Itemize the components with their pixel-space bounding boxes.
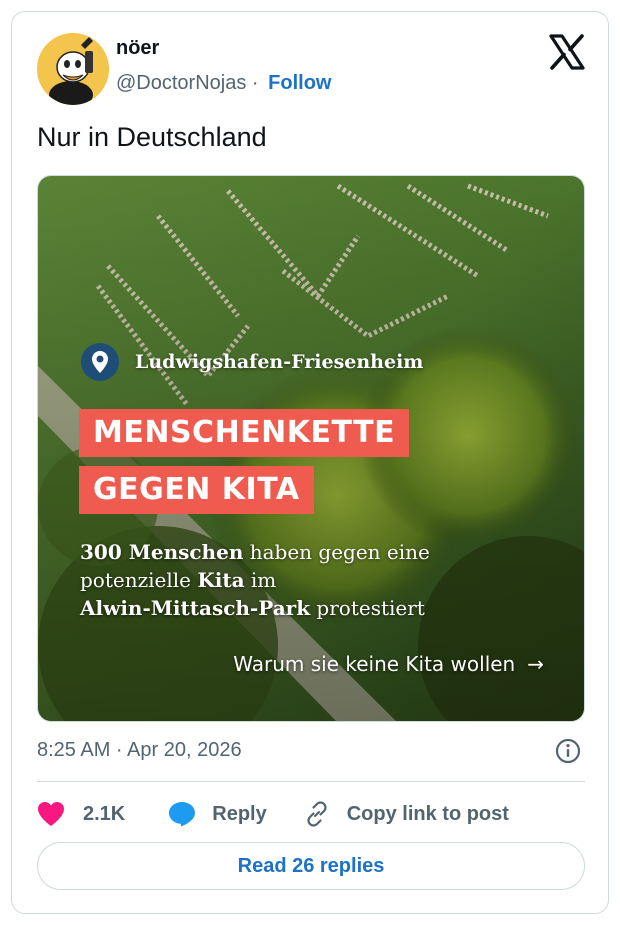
cta-label: Warum sie keine Kita wollen <box>233 652 516 676</box>
media-location: Ludwigshafen-Friesenheim <box>81 343 423 381</box>
media-headline-line1: MENSCHENKETTE <box>79 409 410 457</box>
author-name[interactable]: nöer <box>116 37 159 60</box>
summary-line1: 300 Menschen haben gegen eine <box>80 538 540 566</box>
summary-text: potenzielle <box>80 568 198 592</box>
avatar-image <box>37 33 109 105</box>
tweet-text: Nur in Deutschland <box>37 122 267 152</box>
copy-link-button[interactable]: Copy link to post <box>303 800 509 828</box>
summary-bold: 300 Menschen <box>80 540 244 564</box>
like-count: 2.1K <box>83 802 126 825</box>
speech-bubble-icon <box>169 802 196 827</box>
location-label: Ludwigshafen-Friesenheim <box>135 351 424 373</box>
summary-text: protestiert <box>310 596 425 620</box>
tweet-card: nöer @DoctorNojas · Follow Nur in Deutsc… <box>11 11 609 914</box>
divider <box>37 781 585 782</box>
read-replies-button[interactable]: Read 26 replies <box>37 842 585 890</box>
media-headline-line2: GEGEN KITA <box>79 466 314 514</box>
media-cta[interactable]: Warum sie keine Kita wollen → <box>233 652 544 676</box>
summary-bold: Kita <box>197 568 245 592</box>
heart-icon <box>38 802 64 826</box>
follow-button[interactable]: Follow <box>268 72 331 94</box>
media-summary: 300 Menschen haben gegen eine potenziell… <box>80 538 540 622</box>
handle-separator: · <box>251 72 259 94</box>
info-icon[interactable] <box>555 738 581 764</box>
author-handle[interactable]: @DoctorNojas <box>116 72 246 94</box>
avatar[interactable] <box>37 33 109 105</box>
author-handle-line: @DoctorNojas · Follow <box>116 72 331 95</box>
tweet-media[interactable]: Ludwigshafen-Friesenheim MENSCHENKETTE G… <box>37 175 585 722</box>
location-pin-icon <box>81 343 119 381</box>
reply-button[interactable]: Reply <box>168 801 267 827</box>
reply-label: Reply <box>212 802 267 825</box>
link-icon <box>307 801 327 827</box>
summary-line2: potenzielle Kita im <box>80 566 540 594</box>
arrow-right-icon: → <box>527 652 544 676</box>
x-logo-icon[interactable] <box>547 32 587 72</box>
summary-bold: Alwin-Mittasch-Park <box>80 596 311 620</box>
tweet-actions: 2.1K Reply Copy link to post <box>37 796 509 832</box>
summary-text: haben gegen eine <box>243 540 430 564</box>
tweet-timestamp[interactable]: 8:25 AM · Apr 20, 2026 <box>37 739 242 762</box>
like-button[interactable]: 2.1K <box>37 801 125 827</box>
copy-link-label: Copy link to post <box>346 802 509 825</box>
summary-text: im <box>244 568 277 592</box>
summary-line3: Alwin-Mittasch-Park protestiert <box>80 594 540 622</box>
